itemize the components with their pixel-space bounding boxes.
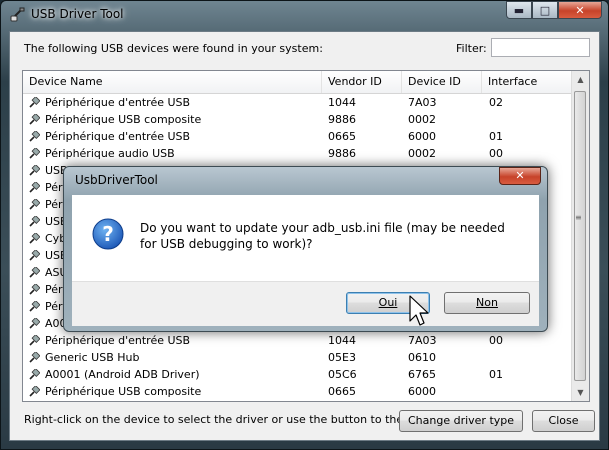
usb-plug-icon <box>29 131 40 142</box>
hint-label: Right-click on the device to select the … <box>24 413 436 426</box>
maximize-icon: □ <box>539 3 551 17</box>
scroll-up-button[interactable]: ▲ <box>572 71 589 88</box>
cell-device-name: Périphérique USB composite <box>45 113 202 126</box>
cell-device-name: A0001 (Android ADB Driver) <box>45 368 200 381</box>
usb-plug-icon <box>29 216 40 227</box>
cell-interface: 02 <box>489 96 503 109</box>
cell-device-name: Périphérique d'entrée USB <box>45 130 191 143</box>
usb-plug-icon <box>29 97 40 108</box>
cell-vendor-id: 0665 <box>328 385 356 398</box>
cell-device-id: 7A03 <box>408 334 437 347</box>
usb-plug-icon <box>29 369 40 380</box>
cell-device-name: Périphérique audio USB <box>45 147 175 160</box>
minimize-button[interactable]: ▬ <box>506 1 532 19</box>
close-icon: ✕ <box>575 3 585 17</box>
usb-plug-icon <box>29 335 40 346</box>
dialog-title: UsbDriverTool <box>75 173 158 187</box>
usb-plug-icon <box>29 301 40 312</box>
column-vendor-id[interactable]: Vendor ID <box>322 71 402 93</box>
table-row[interactable]: Périphérique USB composite 9886 0002 <box>23 111 573 128</box>
usb-plug-icon <box>29 165 40 176</box>
cell-device-name: Périphérique d'entrée USB <box>45 96 191 109</box>
cell-device-id: 6765 <box>408 368 436 381</box>
table-row[interactable]: Périphérique USB composite 0665 6000 <box>23 383 573 400</box>
cell-vendor-id: 1044 <box>328 96 356 109</box>
dialog-message: Do you want to update your adb_usb.ini f… <box>140 221 505 251</box>
column-device-name[interactable]: Device Name <box>23 71 322 93</box>
minimize-icon: ▬ <box>513 3 525 17</box>
maximize-button[interactable]: □ <box>532 1 558 19</box>
dialog-body: ? Do you want to update your adb_usb.ini… <box>72 195 539 281</box>
cell-device-name: Generic USB Hub <box>45 351 140 364</box>
cell-device-id: 6000 <box>408 130 436 143</box>
svg-text:?: ? <box>102 222 114 246</box>
cell-interface: 01 <box>489 130 503 143</box>
cell-device-name: Périphérique USB composite <box>45 385 202 398</box>
cell-vendor-id: 05C6 <box>328 368 357 381</box>
usb-plug-icon <box>29 318 40 329</box>
yes-label: Oui <box>378 296 398 309</box>
confirm-dialog: UsbDriverTool ✕ ? Do you want to update … <box>63 166 548 332</box>
change-driver-button[interactable]: Change driver type <box>399 410 523 432</box>
cell-interface: 01 <box>489 368 503 381</box>
usb-plug-icon <box>29 148 40 159</box>
cell-interface: 00 <box>489 147 503 160</box>
window-title: USB Driver Tool <box>31 7 124 21</box>
cell-vendor-id: 9886 <box>328 147 356 160</box>
question-icon: ? <box>92 218 124 250</box>
scroll-thumb[interactable] <box>574 91 586 381</box>
table-row[interactable]: Périphérique d'entrée USB 1044 7A03 02 <box>23 94 573 111</box>
close-window-button[interactable]: ✕ <box>558 1 602 19</box>
dialog-footer: Oui Non <box>72 281 539 326</box>
usb-plug-icon <box>29 114 40 125</box>
scroll-down-button[interactable]: ▼ <box>572 384 589 401</box>
column-device-id[interactable]: Device ID <box>402 71 482 93</box>
cell-device-id: 0610 <box>408 351 436 364</box>
close-button[interactable]: Close <box>532 410 595 432</box>
column-interface[interactable]: Interface <box>482 71 573 93</box>
cell-device-name: Périphérique d'entrée USB <box>45 334 191 347</box>
table-row[interactable]: Périphérique d'entrée USB 1044 7A03 00 <box>23 332 573 349</box>
table-row[interactable]: Périphérique d'entrée USB 0665 6000 01 <box>23 128 573 145</box>
filter-input[interactable] <box>491 38 590 57</box>
caption-buttons: ▬ □ ✕ <box>506 1 602 21</box>
list-header: Device Name Vendor ID Device ID Interfac… <box>23 71 573 94</box>
usb-plug-icon <box>10 7 25 22</box>
cell-vendor-id: 9886 <box>328 113 356 126</box>
intro-label: The following USB devices were found in … <box>24 42 323 55</box>
usb-plug-icon <box>29 250 40 261</box>
filter-label: Filter: <box>456 42 487 55</box>
usb-plug-icon <box>29 182 40 193</box>
cell-device-id: 0002 <box>408 113 436 126</box>
cell-device-id: 0002 <box>408 147 436 160</box>
usb-plug-icon <box>29 352 40 363</box>
title-bar[interactable]: USB Driver Tool ▬ □ ✕ <box>1 1 608 29</box>
no-button[interactable]: Non <box>444 292 530 314</box>
cell-vendor-id: 1044 <box>328 334 356 347</box>
scroll-grip-icon: ≡ <box>575 213 582 222</box>
mouse-cursor-icon <box>409 295 429 326</box>
cell-device-id: 7A03 <box>408 96 437 109</box>
cell-interface: 00 <box>489 334 503 347</box>
close-icon: ✕ <box>515 169 525 182</box>
table-row[interactable]: Périphérique audio USB 9886 0002 00 <box>23 145 573 162</box>
dialog-close-button[interactable]: ✕ <box>499 167 541 185</box>
usb-plug-icon <box>29 284 40 295</box>
usb-plug-icon <box>29 233 40 244</box>
usb-plug-icon <box>29 199 40 210</box>
cell-vendor-id: 0665 <box>328 130 356 143</box>
table-row[interactable]: Generic USB Hub 05E3 0610 <box>23 349 573 366</box>
no-label: Non <box>476 296 498 309</box>
usb-plug-icon <box>29 386 40 397</box>
cell-device-id: 6000 <box>408 385 436 398</box>
vertical-scrollbar[interactable]: ▲ ≡ ▼ <box>571 71 589 401</box>
cell-vendor-id: 05E3 <box>328 351 356 364</box>
usb-plug-icon <box>29 267 40 278</box>
table-row[interactable]: A0001 (Android ADB Driver) 05C6 6765 01 <box>23 366 573 383</box>
